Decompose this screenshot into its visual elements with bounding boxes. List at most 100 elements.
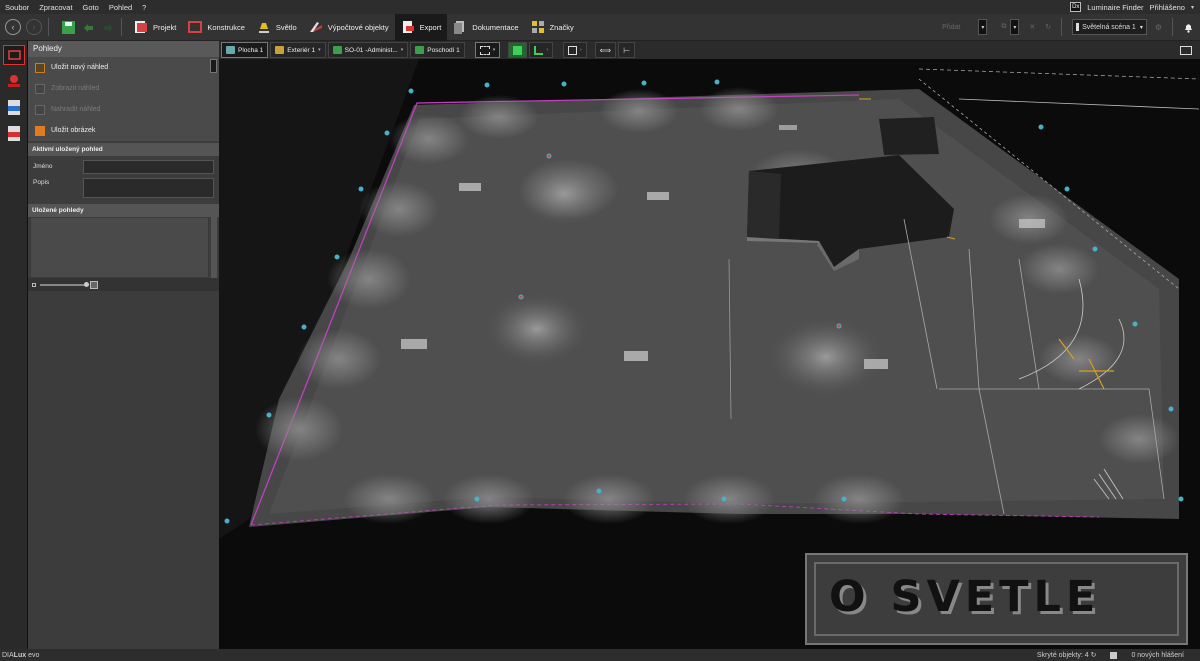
save-new-view-label: Uložit nový náhled [51,64,109,71]
plocha-label: Plocha 1 [238,46,264,54]
fit-view-button[interactable]: › [562,42,587,58]
tab-export-label: Export [419,22,442,32]
menu-help[interactable]: ? [137,3,151,12]
konstrukce-icon [188,21,203,33]
lamp-icon [258,23,269,33]
panel-collapse-handle[interactable] [210,59,217,73]
selection-mode-button[interactable]: ▾ [474,42,501,58]
show-view-button[interactable]: Zobrazit náhled [28,78,219,99]
notification-bell-icon[interactable] [1183,22,1194,33]
replace-view-label: Nahradit náhled [51,106,101,113]
measure-icon: ⟺ [599,45,612,55]
description-field[interactable] [83,177,214,198]
show-view-icon [35,83,45,94]
views-rail-button[interactable] [3,45,25,65]
chevron-down-icon: ▾ [318,47,321,53]
center-light-pool [516,162,612,226]
brand-suffix: evo [26,651,40,659]
building-icon [332,46,342,54]
chevron-down-icon: ▾ [492,47,496,53]
delete-icon[interactable]: ✕ [1029,23,1035,31]
markers-icon [531,21,544,33]
viewport-toolbar: Plocha 1 Exteriér 1 ▾ SO-01 -Administ...… [219,41,1200,59]
dimension-icon: ⊢ [623,45,631,55]
tab-znacky-label: Značky [549,22,574,32]
redo-icon[interactable] [102,21,115,34]
undo-icon[interactable] [82,21,95,34]
tab-projekt[interactable]: Projekt [128,14,182,41]
tab-dokumentace[interactable]: Dokumentace [447,14,524,41]
hidden-objects-status[interactable]: Skryté objekty: 4 ↻ [1037,651,1097,659]
pdf-file-icon [8,125,20,141]
toolbar-divider [1172,18,1173,36]
tab-znacky[interactable]: Značky [525,14,580,41]
fullscreen-monitor-icon[interactable] [1180,45,1192,55]
menu-goto[interactable]: Goto [78,3,104,12]
dwg-export-rail-button[interactable] [3,97,25,117]
calculation-objects-icon [309,22,322,32]
save-icon[interactable] [62,20,75,34]
save-view-icon [35,62,45,73]
messages-status[interactable]: 0 nových hlášení [1131,652,1184,659]
saved-views-list[interactable] [30,217,209,278]
tab-svetlo[interactable]: Světlo [251,14,303,41]
tab-svetlo-label: Světlo [275,22,297,32]
building-selector[interactable]: SO-01 -Administ... ▾ [327,42,409,58]
plocha-selector[interactable]: Plocha 1 [221,42,269,58]
pdf-export-rail-button[interactable] [3,123,25,143]
saved-views-scrollbar[interactable] [211,217,217,278]
settings-icon[interactable]: ⚙ [1155,23,1162,32]
watermark-text: O SVETLE [829,572,1101,622]
toolbar-right: Přidat ▾ ⧉ ▾ ✕ ↻ Světelná scéna 1 ▾ ⚙ [942,14,1200,41]
floor-selector[interactable]: Poschodí 1 [410,42,465,58]
thumbnail-size-slider[interactable] [28,278,219,291]
name-field[interactable] [83,159,214,174]
render-rail-button[interactable] [3,71,25,91]
saved-views-header: Uložené pohledy [28,204,219,217]
slider-thumb[interactable] [84,281,89,287]
forward-icon[interactable]: › [26,19,42,35]
3d-viewport[interactable]: O SVETLE [219,59,1200,649]
documentation-icon [454,21,465,34]
light-scene-select[interactable]: Světelná scéna 1 ▾ [1072,19,1147,35]
add-object-dropdown[interactable]: ▾ [978,19,988,35]
show-view-label: Zobrazit náhled [51,85,100,92]
chevron-down-icon[interactable]: ▾ [1191,4,1194,11]
menu-soubor[interactable]: Soubor [0,3,34,12]
slider-track[interactable] [40,281,89,287]
luminaire-finder-link[interactable]: Luminaire Finder [1087,3,1143,12]
refresh-icon[interactable]: ↻ [1091,652,1097,659]
replace-view-button[interactable]: Nahradit náhled [28,99,219,120]
save-image-button[interactable]: Uložit obrázek [28,120,219,141]
active-view-header: Aktivní uložený pohled [28,143,219,156]
description-label: Popis [33,179,50,186]
copy-icon[interactable]: ⧉ [1001,23,1006,31]
menu-zpracovat[interactable]: Zpracovat [34,3,77,12]
tab-vypoctove-objekty[interactable]: Výpočtové objekty [303,14,395,41]
center-light-pool [485,293,589,365]
dialux-brand: DIALux evo [2,652,39,659]
dimension-button[interactable]: ⊢ [618,42,636,58]
back-icon[interactable]: ‹ [5,19,21,35]
exterier-label: Exteriér 1 [287,46,316,54]
save-new-view-button[interactable]: Uložit nový náhled [28,57,219,78]
building-label: SO-01 -Administ... [344,46,398,54]
refresh-icon[interactable]: ↻ [1045,23,1051,31]
3d-view-button[interactable] [508,42,528,58]
description-row: Popis [28,177,219,198]
export-icon [402,21,414,33]
tab-projekt-label: Projekt [153,22,177,32]
copy-dropdown[interactable]: ▾ [1010,19,1020,35]
menu-pohled[interactable]: Pohled [104,3,137,12]
tab-konstrukce[interactable]: Konstrukce [182,14,251,41]
exterier-selector[interactable]: Exteriér 1 ▾ [270,42,326,58]
floor-icon [415,46,425,54]
save-status-icon [1110,651,1118,659]
floor-plan-view-button[interactable]: › [529,42,553,58]
tab-export[interactable]: Export [394,13,448,41]
watermark-logo: O SVETLE [805,553,1188,645]
exterior-icon [275,46,285,54]
login-status[interactable]: Přihlášeno [1150,3,1185,12]
measure-button[interactable]: ⟺ [594,42,617,58]
tab-dokumentace-label: Dokumentace [472,22,519,32]
